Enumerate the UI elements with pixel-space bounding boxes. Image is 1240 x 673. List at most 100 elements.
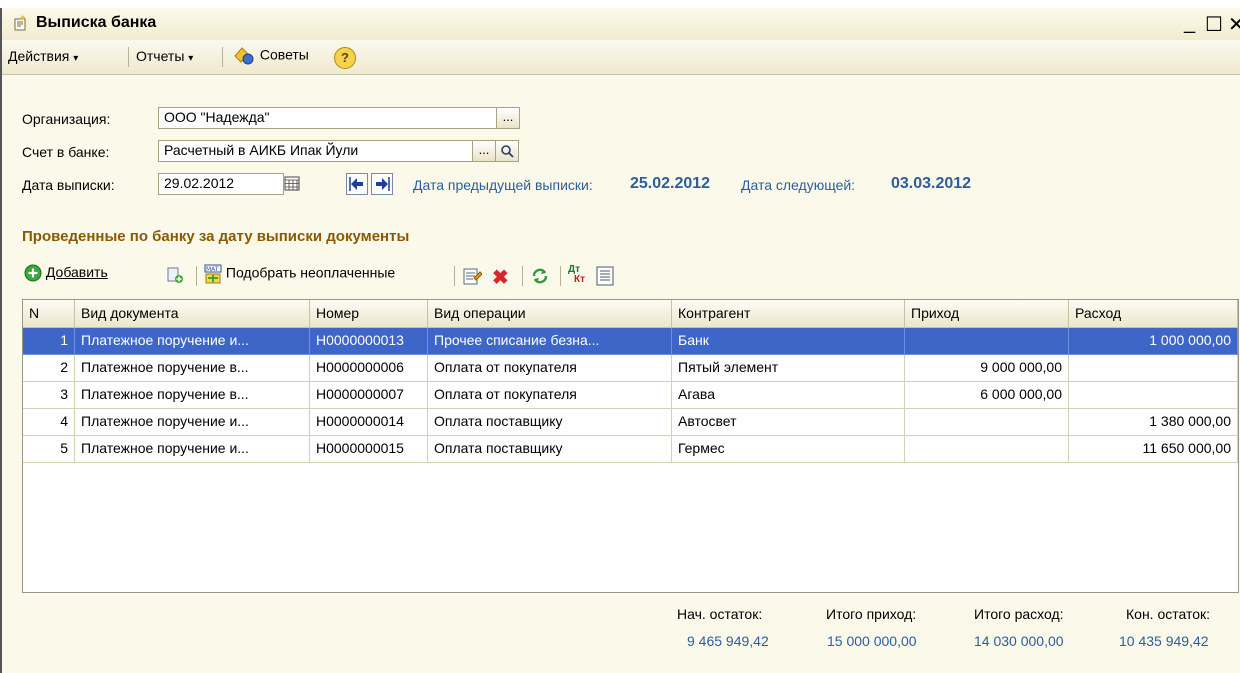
actions-menu[interactable]: Действия ▾	[8, 48, 78, 64]
list-icon	[596, 266, 614, 286]
previous-statement-button[interactable]	[346, 173, 368, 195]
table-row[interactable]: 1 Платежное поручение и... Н0000000013 Проч…	[23, 328, 1238, 355]
cell-n[interactable]: 2	[23, 355, 75, 382]
cell-doc-type[interactable]: Платежное поручение и...	[75, 409, 310, 436]
select-unpaid-icon: MAT	[204, 264, 222, 284]
cell-income[interactable]	[905, 436, 1069, 463]
cell-operation[interactable]: Оплата от покупателя	[428, 382, 672, 409]
calendar-icon	[284, 176, 300, 191]
cell-expense[interactable]	[1069, 355, 1238, 382]
bank-account-select-button[interactable]: ...	[472, 140, 496, 162]
bank-account-search-button[interactable]	[495, 140, 519, 162]
refresh-icon	[532, 268, 548, 284]
previous-statement-date[interactable]: 25.02.2012	[630, 175, 710, 193]
cell-counterparty[interactable]: Гермес	[672, 436, 905, 463]
cell-counterparty[interactable]: Банк	[672, 328, 905, 355]
cell-number[interactable]: Н0000000013	[310, 328, 428, 355]
reports-menu-label: Отчеты	[136, 48, 185, 64]
cell-doc-type[interactable]: Платежное поручение в...	[75, 382, 310, 409]
close-button[interactable]: ✕	[1228, 12, 1240, 37]
organization-select-button[interactable]: ...	[496, 107, 520, 129]
reports-menu[interactable]: Отчеты ▾	[136, 48, 193, 64]
cell-expense[interactable]	[1069, 382, 1238, 409]
cell-n[interactable]: 4	[23, 409, 75, 436]
column-header-n[interactable]: N	[23, 300, 75, 328]
column-header-number[interactable]: Номер	[310, 300, 428, 328]
chevron-down-icon: ▾	[73, 53, 79, 64]
table-row[interactable]: 3 Платежное поручение в... Н0000000007 Опла…	[23, 382, 1238, 409]
cell-expense[interactable]: 1 380 000,00	[1069, 409, 1238, 436]
column-header-doc-type[interactable]: Вид документа	[75, 300, 310, 328]
cell-counterparty[interactable]: Пятый элемент	[672, 355, 905, 382]
cell-counterparty[interactable]: Автосвет	[672, 409, 905, 436]
cell-number[interactable]: Н0000000006	[310, 355, 428, 382]
organization-label: Организация:	[22, 111, 111, 127]
tips-label: Советы	[259, 46, 309, 63]
cell-expense[interactable]: 11 650 000,00	[1069, 436, 1238, 463]
column-header-expense[interactable]: Расход	[1069, 300, 1238, 328]
total-expense-value: 14 030 000,00	[974, 633, 1064, 649]
add-button[interactable]: Добавить	[24, 264, 108, 282]
cell-doc-type[interactable]: Платежное поручение и...	[75, 328, 310, 355]
organization-field[interactable]: ООО "Надежда"	[158, 107, 498, 129]
actions-menu-label: Действия	[8, 48, 70, 64]
cell-income[interactable]	[905, 328, 1069, 355]
cell-operation[interactable]: Оплата от покупателя	[428, 355, 672, 382]
cell-n[interactable]: 5	[23, 436, 75, 463]
refresh-button[interactable]	[530, 266, 550, 289]
document-icon	[14, 15, 26, 31]
list-button[interactable]	[596, 266, 614, 289]
table-row[interactable]: 2 Платежное поручение в... Н0000000006 Опла…	[23, 355, 1238, 382]
cell-number[interactable]: Н0000000015	[310, 436, 428, 463]
cell-operation[interactable]: Оплата поставщику	[428, 436, 672, 463]
total-income-value: 15 000 000,00	[827, 633, 917, 649]
minimize-button[interactable]: _	[1184, 12, 1195, 35]
cell-n[interactable]: 3	[23, 382, 75, 409]
tips-button[interactable]: Советы	[232, 45, 309, 67]
cell-expense[interactable]: 1 000 000,00	[1069, 328, 1238, 355]
select-unpaid-button[interactable]: MAT Подобрать неоплаченные	[204, 264, 395, 284]
bank-account-field[interactable]: Расчетный в АИКБ Ипак Йули	[158, 140, 474, 162]
help-button[interactable]: ?	[334, 47, 356, 69]
previous-statement-date-label: Дата предыдущей выписки:	[413, 177, 593, 193]
end-balance-value: 10 435 949,42	[1119, 633, 1209, 649]
statement-date-field[interactable]: 29.02.2012	[158, 173, 284, 195]
magnifier-icon	[501, 145, 514, 158]
cell-number[interactable]: Н0000000014	[310, 409, 428, 436]
cell-doc-type[interactable]: Платежное поручение и...	[75, 436, 310, 463]
window-left-border	[0, 8, 2, 673]
separator	[196, 266, 197, 286]
calendar-button[interactable]	[284, 175, 304, 193]
cell-doc-type[interactable]: Платежное поручение в...	[75, 355, 310, 382]
cell-n[interactable]: 1	[23, 328, 75, 355]
column-header-income[interactable]: Приход	[905, 300, 1069, 328]
column-header-counterparty[interactable]: Контрагент	[672, 300, 905, 328]
cell-income[interactable]: 6 000 000,00	[905, 382, 1069, 409]
start-balance-label: Нач. остаток:	[677, 606, 763, 622]
cell-operation[interactable]: Оплата поставщику	[428, 409, 672, 436]
separator	[522, 266, 523, 286]
separator	[560, 266, 561, 286]
dt-kt-icon: Дт Кт	[568, 264, 586, 285]
table-row[interactable]: 5 Платежное поручение и... Н0000000015 Опла…	[23, 436, 1238, 463]
delete-button[interactable]: ✖	[492, 265, 509, 290]
next-statement-button[interactable]	[371, 173, 393, 195]
edit-button[interactable]	[462, 266, 483, 289]
table-row[interactable]: 4 Платежное поручение и... Н0000000014 Опла…	[23, 409, 1238, 436]
delete-icon: ✖	[492, 267, 509, 289]
cell-counterparty[interactable]: Агава	[672, 382, 905, 409]
add-label: Добавить	[45, 264, 108, 280]
cell-operation[interactable]: Прочее списание безна...	[428, 328, 672, 355]
cell-income[interactable]: 9 000 000,00	[905, 355, 1069, 382]
section-title: Проведенные по банку за дату выписки док…	[22, 228, 410, 245]
dt-kt-button[interactable]: Дт Кт	[568, 265, 585, 285]
chevron-down-icon: ▾	[188, 53, 194, 64]
next-statement-date[interactable]: 03.03.2012	[891, 175, 971, 193]
cell-number[interactable]: Н0000000007	[310, 382, 428, 409]
maximize-button[interactable]: ☐	[1205, 12, 1223, 37]
cell-income[interactable]	[905, 409, 1069, 436]
edit-icon	[463, 268, 483, 285]
column-header-operation[interactable]: Вид операции	[428, 300, 672, 328]
svg-text:MAT: MAT	[206, 266, 219, 273]
copy-button[interactable]	[166, 266, 184, 287]
